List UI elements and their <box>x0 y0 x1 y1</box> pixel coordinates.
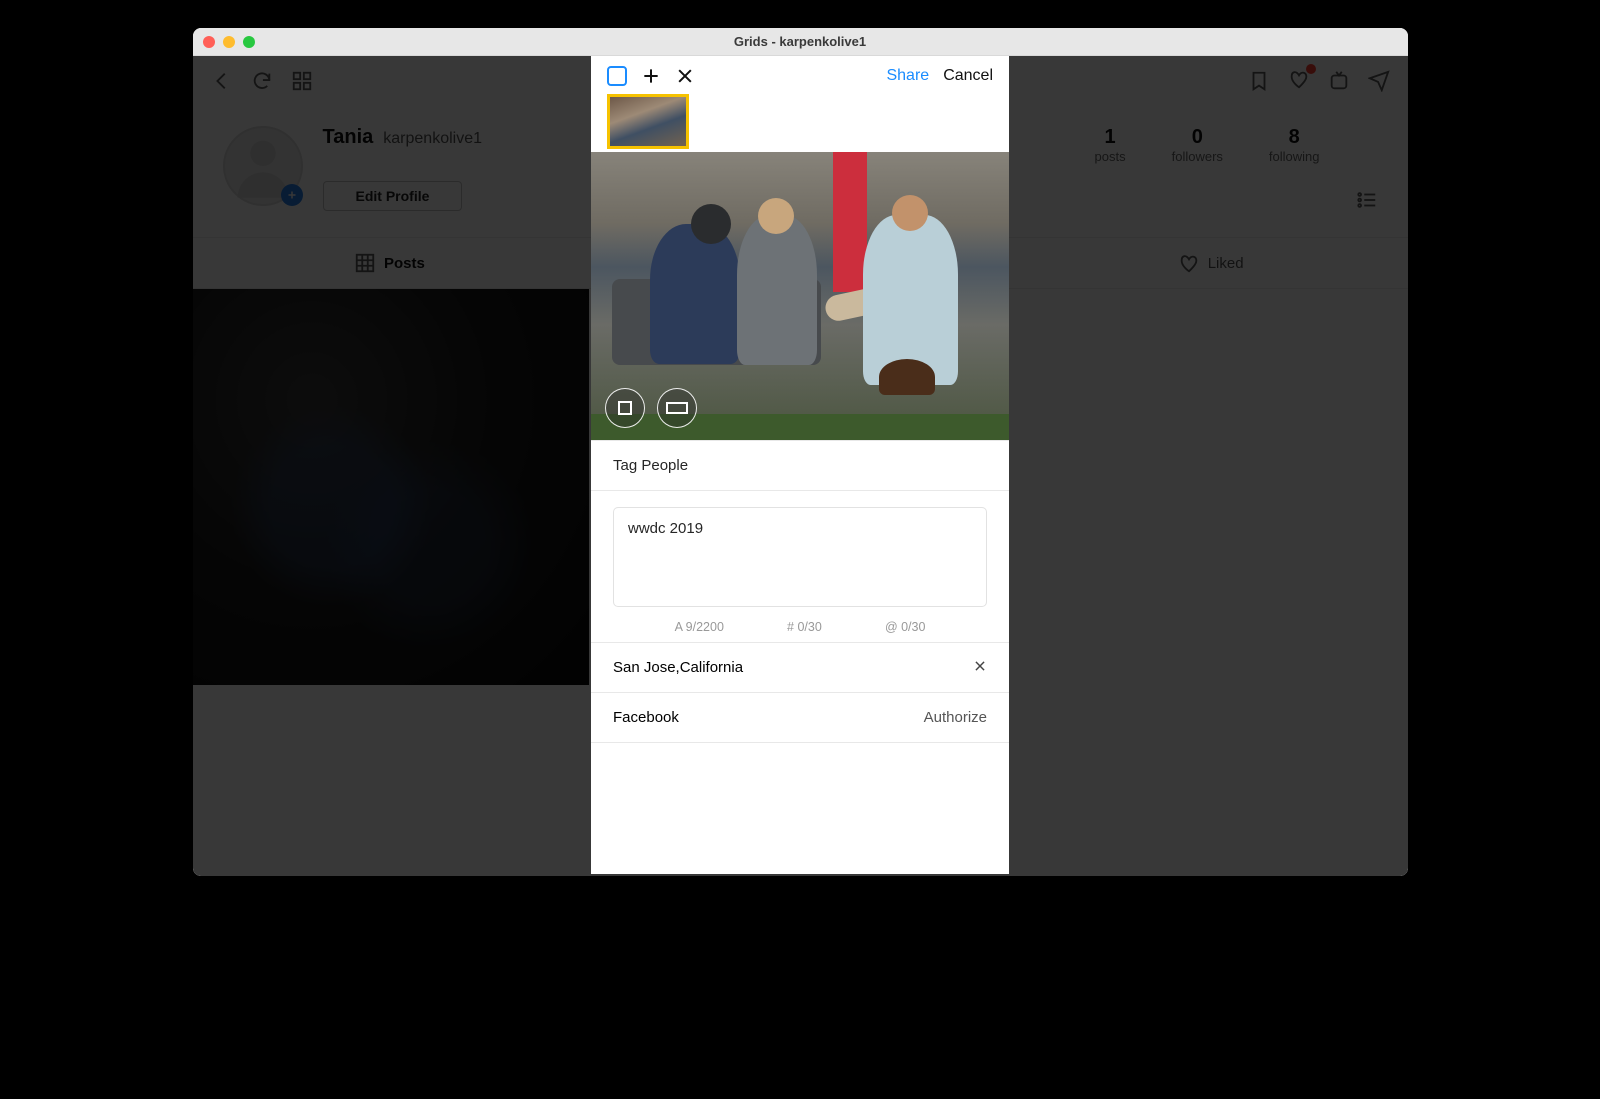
compose-modal: Share Cancel <box>591 56 1009 874</box>
mention-counter: @ 0/30 <box>885 620 926 634</box>
content-area: Tania karpenkolive1 Edit Profile 1 posts… <box>193 56 1408 876</box>
zoom-window-button[interactable] <box>243 36 255 48</box>
app-window: Grids - karpenkolive1 <box>193 28 1408 876</box>
media-preview[interactable] <box>591 152 1009 440</box>
remove-media-icon[interactable] <box>675 66 695 86</box>
facebook-label: Facebook <box>613 709 679 726</box>
location-row[interactable]: San Jose,California <box>591 642 1009 692</box>
aspect-wide-button[interactable] <box>657 388 697 428</box>
char-counter: A 9/2200 <box>675 620 724 634</box>
cancel-button[interactable]: Cancel <box>943 67 993 85</box>
close-window-button[interactable] <box>203 36 215 48</box>
window-title: Grids - karpenkolive1 <box>193 34 1408 49</box>
media-thumbnail-selected[interactable] <box>607 94 689 149</box>
clear-location-button[interactable] <box>973 659 987 676</box>
caption-block: A 9/2200 # 0/30 @ 0/30 <box>591 490 1009 642</box>
share-button[interactable]: Share <box>886 67 929 85</box>
aspect-square-button[interactable] <box>605 388 645 428</box>
traffic-lights <box>203 36 255 48</box>
hashtag-counter: # 0/30 <box>787 620 822 634</box>
titlebar: Grids - karpenkolive1 <box>193 28 1408 56</box>
compose-toolbar: Share Cancel <box>591 56 1009 86</box>
media-thumbnails <box>591 86 1009 152</box>
crop-icon[interactable] <box>607 66 627 86</box>
caption-input[interactable] <box>613 507 987 607</box>
location-value: San Jose,California <box>613 659 743 676</box>
add-media-icon[interactable] <box>641 66 661 86</box>
caption-counters: A 9/2200 # 0/30 @ 0/30 <box>613 612 987 638</box>
minimize-window-button[interactable] <box>223 36 235 48</box>
tag-people-row[interactable]: Tag People <box>591 440 1009 490</box>
facebook-share-row[interactable]: Facebook Authorize <box>591 692 1009 743</box>
facebook-authorize-button[interactable]: Authorize <box>924 709 987 726</box>
